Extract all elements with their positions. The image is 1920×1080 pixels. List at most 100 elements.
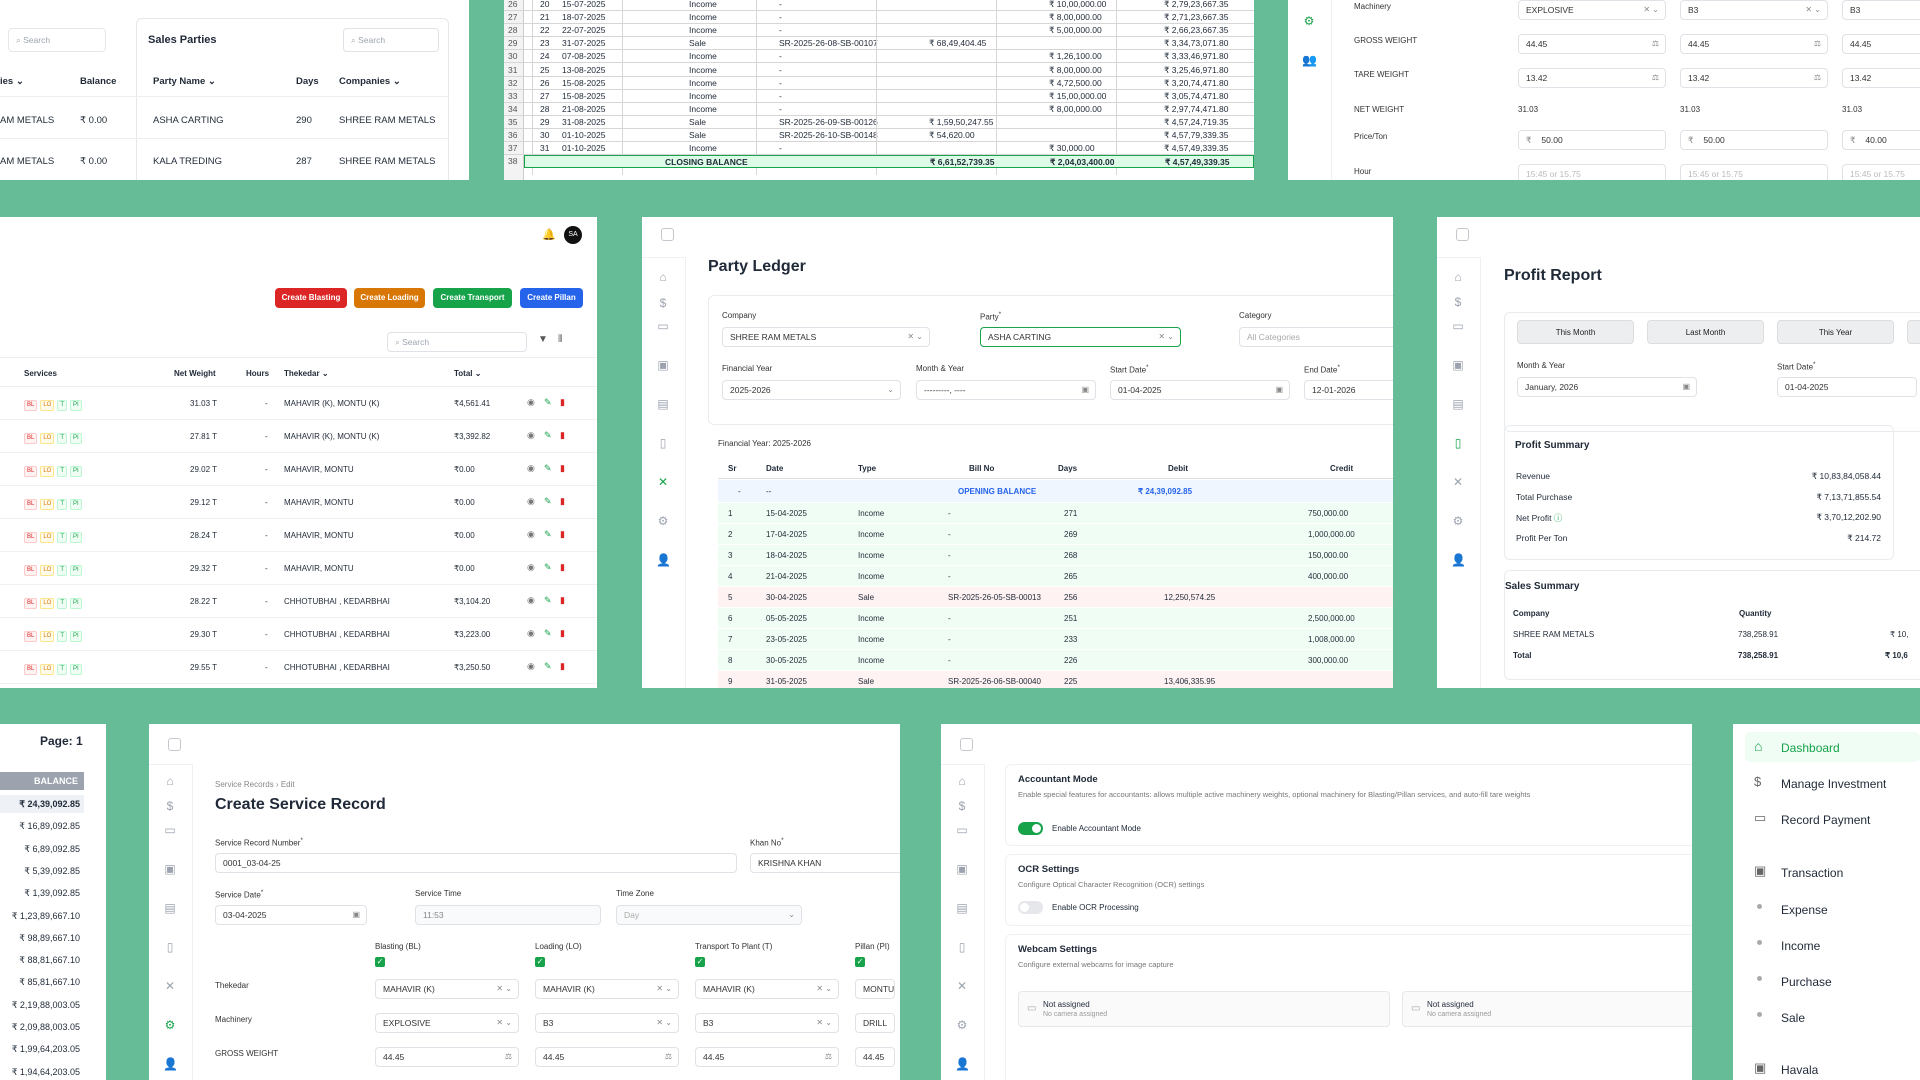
- dollar-icon[interactable]: $: [1451, 295, 1465, 309]
- card-icon[interactable]: ▭: [1451, 319, 1465, 333]
- machinery-select[interactable]: B3: [1842, 0, 1920, 20]
- users-icon[interactable]: 👤: [656, 553, 671, 567]
- sheet-row[interactable]: 37 31 01-10-2025 Income - ₹ 30,000.00 ₹ 4,57,4…: [504, 142, 1254, 156]
- tare-weight-input[interactable]: 13.42: [1842, 68, 1920, 88]
- home-icon[interactable]: ⌂: [955, 774, 969, 788]
- col-total[interactable]: Total ⌄: [454, 369, 481, 378]
- thekedar-select[interactable]: MAHAVIR (K) ✕ ⌄: [535, 979, 679, 999]
- service-date-input[interactable]: 03-04-2025 ▣: [215, 905, 367, 925]
- nav-item-havala[interactable]: ▣ Havala: [1745, 1054, 1920, 1080]
- avatar[interactable]: SA: [564, 226, 582, 244]
- webcam-slot-2[interactable]: ▭ Not assigned No camera assigned: [1402, 991, 1692, 1027]
- file-icon[interactable]: ▯: [656, 436, 670, 450]
- gross-weight-input[interactable]: 44.45 ⚖: [1518, 34, 1666, 54]
- table-row[interactable]: BL LO T PI 28.24 T - MAHAVIR, MONTU ₹0.00 ◉ ✎ ▮: [0, 519, 597, 552]
- end-date-input[interactable]: 12-01-2026: [1304, 380, 1393, 400]
- sidebar-toggle-icon[interactable]: [960, 738, 973, 751]
- trash-icon[interactable]: ▮: [560, 430, 565, 441]
- nav-item-manage-investment[interactable]: $ Manage Investment: [1745, 768, 1920, 798]
- edit-icon[interactable]: ✎: [544, 595, 552, 606]
- table-row[interactable]: BL LO T PI 28.22 T - CHHOTUBHAI , KEDARBHAI ₹3,…: [0, 585, 597, 618]
- nav-item-transaction[interactable]: ▣ Transaction: [1745, 857, 1920, 887]
- sidebar-toggle-icon[interactable]: [1456, 228, 1469, 241]
- hour-input[interactable]: 15:45 or 15.75: [1842, 164, 1920, 180]
- col-balance[interactable]: Balance: [80, 76, 116, 87]
- box-icon[interactable]: ▤: [656, 397, 670, 411]
- thekedar-select[interactable]: MAHAVIR (K) ✕ ⌄: [375, 979, 519, 999]
- trash-icon[interactable]: ▮: [560, 562, 565, 573]
- trash-icon[interactable]: ▮: [560, 397, 565, 408]
- gross-weight-input[interactable]: 44.45 ⚖: [1680, 34, 1828, 54]
- users-icon[interactable]: 👤: [163, 1057, 178, 1071]
- eye-icon[interactable]: ◉: [527, 595, 535, 606]
- gross-weight-input[interactable]: 44.45 ⚖: [375, 1047, 519, 1067]
- file-icon[interactable]: ▯: [1451, 436, 1465, 450]
- file-icon[interactable]: ▯: [955, 940, 969, 954]
- this-year-button[interactable]: This Year: [1777, 320, 1894, 344]
- pillan-checkbox[interactable]: ✓: [855, 957, 865, 967]
- search-input[interactable]: ⌕ Search: [387, 332, 527, 352]
- settings-icon[interactable]: ⚙: [1451, 514, 1465, 528]
- home-icon[interactable]: ⌂: [163, 774, 177, 788]
- col-thekedar[interactable]: Thekedar ⌄: [284, 369, 329, 378]
- settings-icon[interactable]: ⚙: [163, 1018, 177, 1032]
- trash-icon[interactable]: ▮: [560, 595, 565, 606]
- tools-icon[interactable]: ✕: [656, 475, 670, 489]
- tools-icon[interactable]: ✕: [955, 979, 969, 993]
- ledger-row[interactable]: 6 05-05-2025 Income - 251 2,500,000.00: [718, 608, 1393, 629]
- sheet-row[interactable]: 35 29 31-08-2025 Sale SR-2025-26-09-SB-00126…: [504, 116, 1254, 129]
- sidebar-toggle-icon[interactable]: [661, 228, 674, 241]
- machinery-select[interactable]: EXPLOSIVE ✕ ⌄: [1518, 0, 1666, 20]
- start-date-input[interactable]: 01-04-2025: [1777, 377, 1917, 397]
- create-pillan-button[interactable]: Create Pillan: [520, 288, 583, 308]
- table-row[interactable]: BL LO T PI 27.81 T - MAHAVIR (K), MONTU (K) ₹3,…: [0, 420, 597, 453]
- sheet-row[interactable]: 26 20 15-07-2025 Income - ₹ 10,00,000.00 ₹ 2,7…: [504, 0, 1254, 12]
- machinery-select[interactable]: B3 ✕ ⌄: [535, 1013, 679, 1033]
- create-transport-button[interactable]: Create Transport: [433, 288, 512, 308]
- service-time-input[interactable]: 11:53: [415, 905, 601, 925]
- trash-icon[interactable]: ▮: [560, 496, 565, 507]
- edit-icon[interactable]: ✎: [544, 628, 552, 639]
- loading-checkbox[interactable]: ✓: [535, 957, 545, 967]
- table-row[interactable]: BL LO T PI 29.12 T - MAHAVIR, MONTU ₹0.00 ◉ ✎ ▮: [0, 486, 597, 519]
- eye-icon[interactable]: ◉: [527, 529, 535, 540]
- financial-year-select[interactable]: 2025-2026 ⌄: [722, 380, 901, 400]
- sheet-row[interactable]: 29 23 31-07-2025 Sale SR-2025-26-08-SB-00107…: [504, 37, 1254, 51]
- columns-icon[interactable]: ⦀: [558, 334, 562, 345]
- ledger-row[interactable]: 4 21-04-2025 Income - 265 400,000.00: [718, 566, 1393, 587]
- time-zone-select[interactable]: Day ⌄: [616, 905, 802, 925]
- users-icon[interactable]: 👤: [955, 1057, 970, 1071]
- gross-weight-input[interactable]: 44.45 ⚖: [695, 1047, 839, 1067]
- trash-icon[interactable]: ▮: [560, 661, 565, 672]
- blasting-checkbox[interactable]: ✓: [375, 957, 385, 967]
- sheet-row[interactable]: 28 22 22-07-2025 Income - ₹ 5,00,000.00 ₹ 2,66…: [504, 24, 1254, 38]
- gross-weight-input[interactable]: 44.45 ⚖: [535, 1047, 679, 1067]
- machinery-select[interactable]: DRILL: [855, 1013, 895, 1033]
- col-ies[interactable]: ies ⌄: [0, 76, 24, 87]
- machinery-select[interactable]: EXPLOSIVE ✕ ⌄: [375, 1013, 519, 1033]
- gross-weight-input[interactable]: 44.45: [855, 1047, 895, 1067]
- nav-subitem-expense[interactable]: Expense: [1745, 894, 1920, 924]
- machinery-select[interactable]: B3 ✕ ⌄: [695, 1013, 839, 1033]
- transaction-icon[interactable]: ▣: [955, 862, 969, 876]
- machinery-select[interactable]: B3 ✕ ⌄: [1680, 0, 1828, 20]
- ledger-row[interactable]: 2 17-04-2025 Income - 269 1,000,000.00: [718, 524, 1393, 545]
- transport-checkbox[interactable]: ✓: [695, 957, 705, 967]
- home-icon[interactable]: ⌂: [1451, 270, 1465, 284]
- edit-icon[interactable]: ✎: [544, 661, 552, 672]
- sheet-row[interactable]: 32 26 15-08-2025 Income - ₹ 4,72,500.00 ₹ 3,20…: [504, 77, 1254, 90]
- thekedar-select[interactable]: MONTU (: [855, 979, 895, 999]
- breadcrumb-service-records[interactable]: Service Records: [215, 780, 274, 789]
- users-icon[interactable]: 👤: [1451, 553, 1466, 567]
- eye-icon[interactable]: ◉: [527, 562, 535, 573]
- search-input-left[interactable]: ⌕ Search: [8, 28, 106, 52]
- edit-icon[interactable]: ✎: [544, 463, 552, 474]
- start-date-input[interactable]: 01-04-2025 ▣: [1110, 380, 1290, 400]
- nav-subitem-sale[interactable]: Sale: [1745, 1002, 1920, 1032]
- sidebar-toggle-icon[interactable]: [168, 738, 181, 751]
- price-per-ton-input[interactable]: ₹50.00: [1518, 130, 1666, 150]
- filter-icon[interactable]: ▼: [538, 334, 548, 345]
- dollar-icon[interactable]: $: [955, 799, 969, 813]
- dollar-icon[interactable]: $: [163, 799, 177, 813]
- trash-icon[interactable]: ▮: [560, 463, 565, 474]
